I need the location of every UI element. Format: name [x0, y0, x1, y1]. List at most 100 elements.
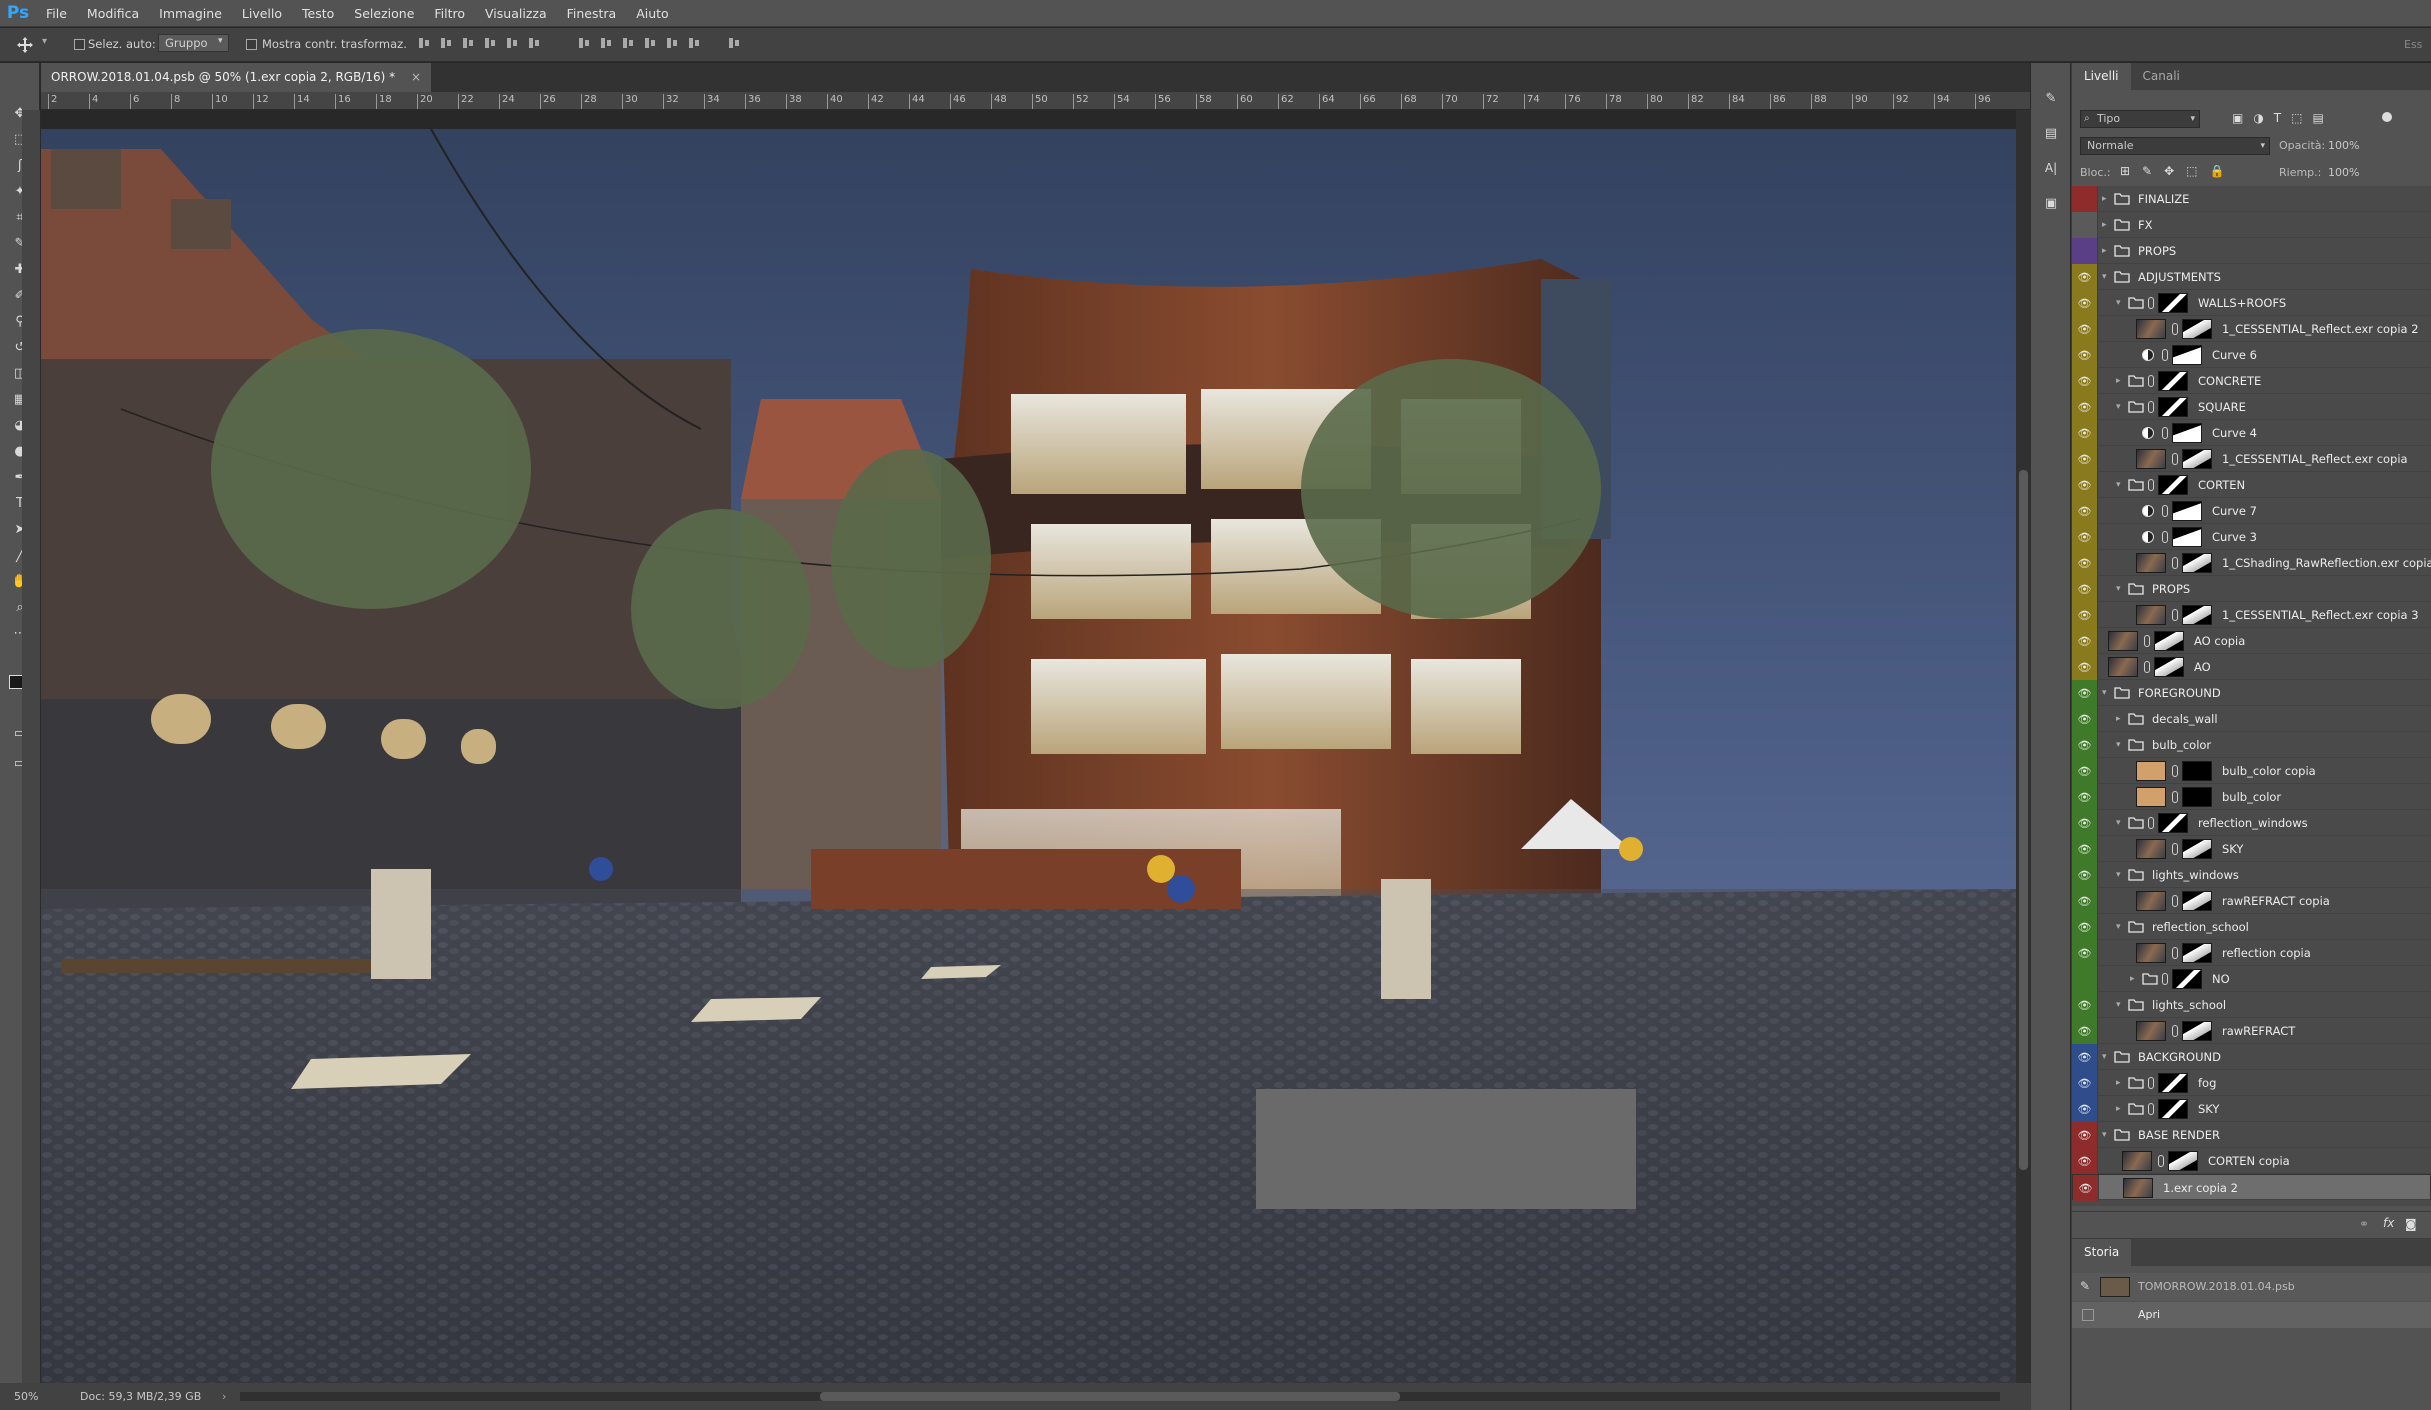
visibility-eye-icon[interactable]	[2072, 966, 2098, 992]
layer-row[interactable]: 👁 ▾ BASE RENDER	[2072, 1122, 2431, 1148]
layer-row[interactable]: ▸ NO	[2072, 966, 2431, 992]
menu-livello[interactable]: Livello	[232, 0, 292, 27]
visibility-eye-icon[interactable]: 👁	[2072, 1122, 2098, 1148]
visibility-eye-icon[interactable]: 👁	[2072, 862, 2098, 888]
align-icon[interactable]	[666, 36, 678, 50]
mask-link-icon[interactable]	[2144, 635, 2150, 647]
layer-mask-icon[interactable]: ◙	[2405, 1217, 2417, 1231]
layer-mask-thumbnail[interactable]	[2158, 293, 2188, 313]
horizontal-scrollbar[interactable]	[240, 1392, 2000, 1401]
group-expand-chevron-icon[interactable]: ▾	[2116, 472, 2121, 498]
visibility-eye-icon[interactable]: 👁	[2072, 940, 2098, 966]
layer-mask-thumbnail[interactable]	[2158, 397, 2188, 417]
mask-link-icon[interactable]	[2148, 479, 2154, 491]
layer-row[interactable]: 👁 1.exr copia 2	[2072, 1174, 2431, 1201]
mask-link-icon[interactable]	[2158, 1155, 2164, 1167]
layer-row[interactable]: 👁 1_CShading_RawReflection.exr copia	[2072, 550, 2431, 576]
mask-link-icon[interactable]	[2162, 973, 2168, 985]
visibility-eye-icon[interactable]: 👁	[2072, 1044, 2098, 1070]
layer-row[interactable]: 👁 ▾ bulb_color	[2072, 732, 2431, 758]
layer-row[interactable]: ▸ FINALIZE	[2072, 186, 2431, 212]
align-icon[interactable]	[440, 36, 452, 50]
layer-row[interactable]: 👁 SKY	[2072, 836, 2431, 862]
visibility-eye-icon[interactable]: 👁	[2072, 992, 2098, 1018]
group-expand-chevron-icon[interactable]: ▸	[2102, 212, 2107, 238]
visibility-eye-icon[interactable]: 👁	[2072, 1070, 2098, 1096]
menu-finestra[interactable]: Finestra	[557, 0, 627, 27]
align-icon[interactable]	[728, 36, 740, 50]
mask-link-icon[interactable]	[2148, 1103, 2154, 1115]
h-scroll-thumb[interactable]	[820, 1392, 1400, 1401]
layer-mask-thumbnail[interactable]	[2154, 657, 2184, 677]
layer-row[interactable]: 👁 bulb_color	[2072, 784, 2431, 810]
group-expand-chevron-icon[interactable]: ▾	[2102, 1122, 2107, 1148]
layer-row[interactable]: 👁 ▸ decals_wall	[2072, 706, 2431, 732]
visibility-eye-icon[interactable]	[2072, 186, 2098, 212]
layer-row[interactable]: 👁 ▾ lights_school	[2072, 992, 2431, 1018]
visibility-eye-icon[interactable]: 👁	[2072, 576, 2098, 602]
visibility-eye-icon[interactable]: 👁	[2072, 472, 2098, 498]
align-icon[interactable]	[600, 36, 612, 50]
visibility-eye-icon[interactable]: 👁	[2072, 1018, 2098, 1044]
close-tab-icon[interactable]: ×	[411, 70, 421, 84]
mask-link-icon[interactable]	[2172, 1025, 2178, 1037]
layer-mask-thumbnail[interactable]	[2182, 319, 2212, 339]
properties-icon[interactable]: ▤	[2041, 123, 2061, 143]
visibility-eye-icon[interactable]: 👁	[2072, 264, 2098, 290]
group-expand-chevron-icon[interactable]: ▾	[2102, 680, 2107, 706]
layer-row[interactable]: 👁 ▾ SQUARE	[2072, 394, 2431, 420]
mask-link-icon[interactable]	[2162, 531, 2168, 543]
layer-mask-thumbnail[interactable]	[2158, 1099, 2188, 1119]
layer-filter-dropdown[interactable]: Tipo ⌕ ▾	[2080, 110, 2200, 128]
layer-thumbnail[interactable]	[2136, 319, 2166, 339]
group-expand-chevron-icon[interactable]: ▾	[2116, 914, 2121, 940]
history-snapshot-row[interactable]: ✎ TOMORROW.2018.01.04.psb	[2072, 1273, 2431, 1301]
visibility-eye-icon[interactable]: 👁	[2072, 706, 2098, 732]
layer-thumbnail[interactable]	[2122, 1151, 2152, 1171]
scroll-thumb[interactable]	[2019, 470, 2028, 1170]
group-expand-chevron-icon[interactable]: ▾	[2102, 1044, 2107, 1070]
blend-mode-dropdown[interactable]: Normale ▾	[2080, 137, 2270, 155]
status-menu-icon[interactable]: ›	[222, 1383, 226, 1410]
visibility-eye-icon[interactable]: 👁	[2072, 1096, 2098, 1122]
group-expand-chevron-icon[interactable]: ▸	[2116, 706, 2121, 732]
mask-link-icon[interactable]	[2172, 895, 2178, 907]
visibility-eye-icon[interactable]: 👁	[2072, 732, 2098, 758]
layer-mask-thumbnail[interactable]	[2182, 891, 2212, 911]
menu-modifica[interactable]: Modifica	[77, 0, 149, 27]
visibility-eye-icon[interactable]: 👁	[2072, 368, 2098, 394]
layer-row[interactable]: 👁 1_CESSENTIAL_Reflect.exr copia 3	[2072, 602, 2431, 628]
layer-filter-icons[interactable]: ▣◑T⬚▤	[2232, 111, 2334, 125]
group-expand-chevron-icon[interactable]: ▸	[2130, 966, 2135, 992]
layer-comps-icon[interactable]: ▣	[2041, 193, 2061, 213]
visibility-eye-icon[interactable]: 👁	[2072, 550, 2098, 576]
mask-link-icon[interactable]	[2148, 375, 2154, 387]
align-icon[interactable]	[462, 36, 474, 50]
layer-row[interactable]: 👁 Curve 6	[2072, 342, 2431, 368]
group-expand-chevron-icon[interactable]: ▸	[2102, 238, 2107, 264]
group-expand-chevron-icon[interactable]: ▸	[2116, 1070, 2121, 1096]
align-icon[interactable]	[506, 36, 518, 50]
layer-thumbnail[interactable]	[2136, 839, 2166, 859]
group-expand-chevron-icon[interactable]: ▾	[2116, 810, 2121, 836]
mask-link-icon[interactable]	[2148, 297, 2154, 309]
layer-mask-thumbnail[interactable]	[2172, 345, 2202, 365]
layer-mask-thumbnail[interactable]	[2172, 501, 2202, 521]
layer-mask-thumbnail[interactable]	[2158, 813, 2188, 833]
visibility-eye-icon[interactable]: 👁	[2072, 680, 2098, 706]
layer-row[interactable]: 👁 ▾ FOREGROUND	[2072, 680, 2431, 706]
layer-thumbnail[interactable]	[2108, 657, 2138, 677]
mask-link-icon[interactable]	[2172, 791, 2178, 803]
visibility-eye-icon[interactable]: 👁	[2072, 628, 2098, 654]
group-expand-chevron-icon[interactable]: ▾	[2116, 992, 2121, 1018]
mask-link-icon[interactable]	[2162, 505, 2168, 517]
layer-row[interactable]: 👁 ▸ SKY	[2072, 1096, 2431, 1122]
mask-link-icon[interactable]	[2148, 401, 2154, 413]
visibility-eye-icon[interactable]: 👁	[2072, 836, 2098, 862]
layer-mask-thumbnail[interactable]	[2158, 371, 2188, 391]
layer-row[interactable]: 👁 ▾ PROPS	[2072, 576, 2431, 602]
document-tab[interactable]: ORROW.2018.01.04.psb @ 50% (1.exr copia …	[41, 63, 432, 92]
layer-row[interactable]: ▸ PROPS	[2072, 238, 2431, 264]
mask-link-icon[interactable]	[2172, 453, 2178, 465]
group-expand-chevron-icon[interactable]: ▾	[2116, 394, 2121, 420]
